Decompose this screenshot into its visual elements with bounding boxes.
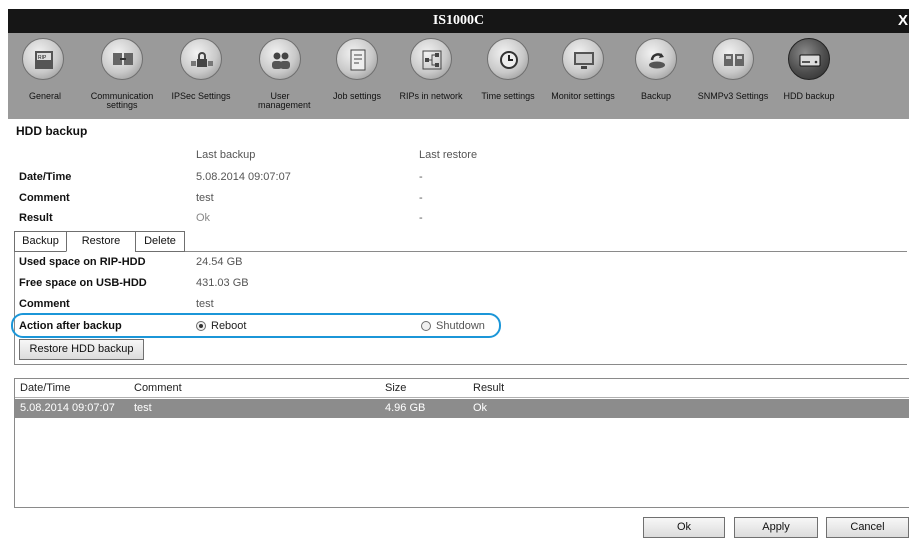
summary-restore-comment: - xyxy=(419,192,423,204)
ok-button[interactable]: Ok xyxy=(643,517,725,538)
summary-label-result: Result xyxy=(19,212,53,224)
table-row[interactable]: 5.08.2014 09:07:07 test 4.96 GB Ok xyxy=(15,399,909,418)
tool-job-settings-label: Job settings xyxy=(332,91,382,101)
summary-backup-datetime: 5.08.2014 09:07:07 xyxy=(196,171,291,183)
rip-device-icon: RIP xyxy=(22,38,64,80)
column-header-datetime: Date/Time xyxy=(20,382,71,394)
tool-job-settings[interactable]: Job settings xyxy=(322,33,392,119)
tool-hdd-backup-label: HDD backup xyxy=(783,91,835,101)
lock-network-icon xyxy=(180,38,222,80)
window-title: IS1000C xyxy=(432,13,485,28)
restore-panel xyxy=(14,251,907,365)
free-space-value: 431.03 GB xyxy=(196,277,249,289)
tool-monitor-settings[interactable]: Monitor settings xyxy=(545,33,621,119)
reboot-label[interactable]: Reboot xyxy=(211,320,246,332)
table-header: Date/Time Comment Size Result xyxy=(15,379,909,398)
summary-label-comment: Comment xyxy=(19,192,70,204)
clock-icon xyxy=(487,38,529,80)
apply-button[interactable]: Apply xyxy=(734,517,818,538)
tool-snmpv3-settings-label: SNMPv3 Settings xyxy=(697,91,769,101)
free-space-label: Free space on USB-HDD xyxy=(19,277,147,289)
summary-backup-comment: test xyxy=(196,192,214,204)
tool-user-management-label: User management xyxy=(258,91,311,110)
tool-ipsec-settings-label: IPSec Settings xyxy=(171,91,231,101)
last-backup-header: Last backup xyxy=(196,149,256,161)
tool-rips-in-network-label: RIPs in network xyxy=(399,91,463,101)
tab-restore[interactable]: Restore xyxy=(66,231,136,252)
hard-drive-icon xyxy=(788,38,830,80)
tool-communication-settings[interactable]: Communication settings xyxy=(85,33,159,119)
tool-monitor-settings-label: Monitor settings xyxy=(551,91,615,101)
monitor-icon xyxy=(562,38,604,80)
backups-table: Date/Time Comment Size Result 5.08.2014 … xyxy=(14,378,909,508)
tab-backup[interactable]: Backup xyxy=(14,231,67,252)
tool-snmpv3-settings[interactable]: SNMPv3 Settings xyxy=(692,33,774,119)
page-title: HDD backup xyxy=(16,124,88,138)
tool-rips-in-network[interactable]: RIPs in network xyxy=(394,33,468,119)
tool-backup[interactable]: Backup xyxy=(626,33,686,119)
shutdown-label[interactable]: Shutdown xyxy=(436,320,485,332)
row-size: 4.96 GB xyxy=(385,402,426,414)
action-after-backup-label: Action after backup xyxy=(19,320,122,332)
tool-general-label: General xyxy=(28,91,62,101)
last-restore-header: Last restore xyxy=(419,149,478,161)
tool-general[interactable]: RIP General xyxy=(10,33,80,119)
summary-restore-datetime: - xyxy=(419,171,423,183)
comment-label: Comment xyxy=(19,298,70,310)
backup-disk-icon xyxy=(635,38,677,80)
summary-restore-result: - xyxy=(419,212,423,224)
tab-delete[interactable]: Delete xyxy=(135,231,185,252)
used-space-value: 24.54 GB xyxy=(196,256,243,268)
comment-value: test xyxy=(196,298,214,310)
column-header-result: Result xyxy=(473,382,505,394)
svg-text:RIP: RIP xyxy=(38,55,47,61)
row-datetime: 5.08.2014 09:07:07 xyxy=(20,402,115,414)
used-space-label: Used space on RIP-HDD xyxy=(19,256,146,268)
column-header-size: Size xyxy=(385,382,407,394)
job-document-icon xyxy=(336,38,378,80)
summary-label-datetime: Date/Time xyxy=(19,171,72,183)
tool-ipsec-settings[interactable]: IPSec Settings xyxy=(164,33,238,119)
tool-user-management[interactable]: User management xyxy=(244,33,316,119)
snmp-computers-icon xyxy=(712,38,754,80)
settings-toolbar: RIP General Communication settings IPSec… xyxy=(8,33,909,119)
close-icon[interactable]: X xyxy=(897,11,909,31)
network-computers-icon xyxy=(101,38,143,80)
shutdown-radio[interactable] xyxy=(421,321,431,331)
users-icon xyxy=(259,38,301,80)
cancel-button[interactable]: Cancel xyxy=(826,517,909,538)
tool-time-settings[interactable]: Time settings xyxy=(473,33,543,119)
row-comment: test xyxy=(134,402,152,414)
row-result: Ok xyxy=(473,402,488,414)
tool-time-settings-label: Time settings xyxy=(481,91,535,101)
reboot-radio[interactable] xyxy=(196,321,206,331)
summary-backup-result: Ok xyxy=(196,212,211,224)
tool-backup-label: Backup xyxy=(640,91,672,101)
tool-communication-settings-label: Communication settings xyxy=(90,91,154,110)
network-tree-icon xyxy=(410,38,452,80)
window-titlebar: IS1000C X xyxy=(8,9,909,33)
tool-hdd-backup[interactable]: HDD backup xyxy=(778,33,840,119)
column-header-comment: Comment xyxy=(134,382,182,394)
restore-hdd-backup-button[interactable]: Restore HDD backup xyxy=(19,339,144,360)
